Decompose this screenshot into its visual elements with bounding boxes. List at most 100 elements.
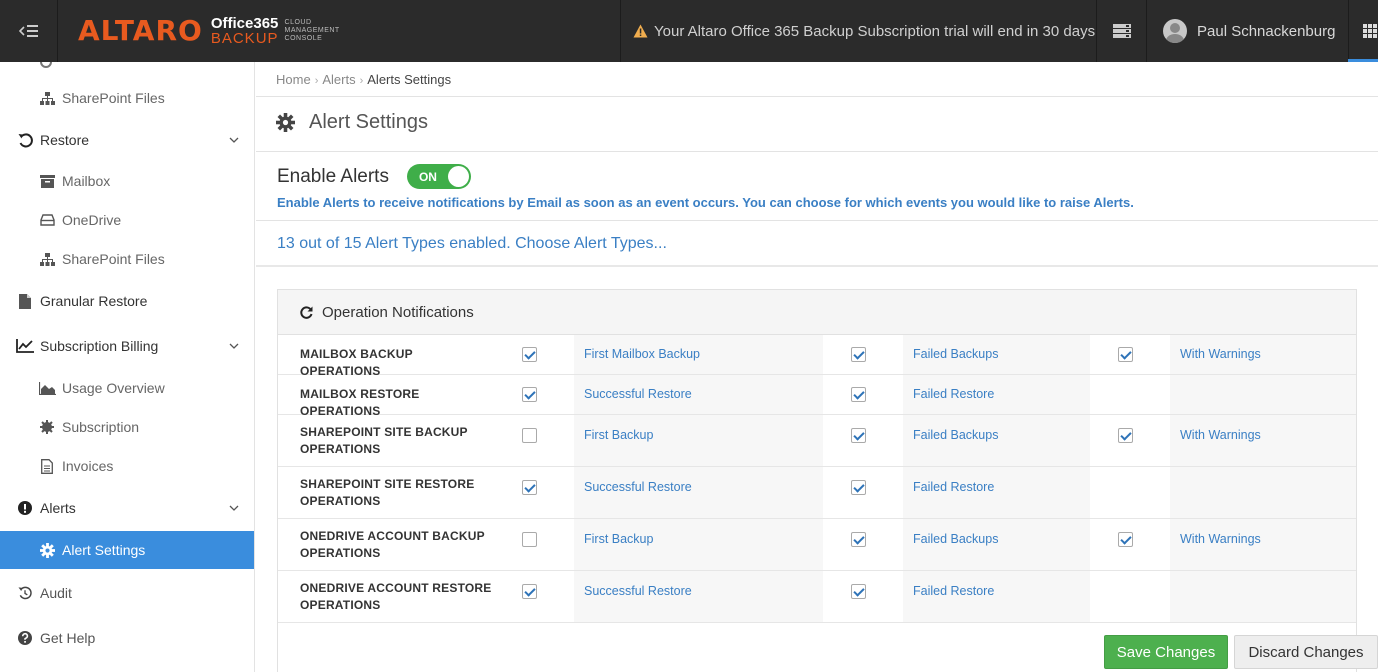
alert-checkbox[interactable] — [522, 347, 537, 362]
alert-checkbox[interactable] — [1118, 428, 1133, 443]
table-row: ONEDRIVE ACCOUNT RESTORE OPERATIONS Succe… — [278, 571, 1356, 623]
chevron-down-icon — [229, 134, 239, 146]
sidebar-toggle-button[interactable] — [0, 0, 58, 62]
option-cell: First Mailbox Backup — [574, 335, 823, 374]
option-cell: First Backup — [574, 519, 823, 570]
save-changes-button[interactable]: Save Changes — [1104, 635, 1228, 669]
grid-icon — [1363, 24, 1377, 38]
notification-rows: MAILBOX BACKUP OPERATIONS First Mailbox B… — [278, 335, 1356, 623]
enable-alerts-help: Enable Alerts to receive notifications b… — [277, 195, 1134, 210]
alert-checkbox[interactable] — [1118, 532, 1133, 547]
sidebar-item-restore-mailbox[interactable]: Mailbox — [0, 165, 254, 197]
user-menu[interactable]: Paul Schnackenburg — [1146, 0, 1348, 62]
alert-option-label[interactable]: First Backup — [584, 532, 653, 546]
option-cell: Failed Restore — [903, 375, 1090, 414]
alert-option-label[interactable]: Failed Backups — [913, 428, 998, 442]
row-label: SHAREPOINT SITE RESTORE OPERATIONS — [300, 477, 475, 508]
archive-icon — [38, 174, 56, 188]
alert-option-label[interactable]: With Warnings — [1180, 347, 1261, 361]
alert-checkbox[interactable] — [1118, 347, 1133, 362]
server-icon — [1112, 24, 1131, 38]
sidebar-item-audit[interactable]: Audit — [0, 576, 254, 610]
table-row: SHAREPOINT SITE RESTORE OPERATIONS Succes… — [278, 467, 1356, 519]
option-cell: With Warnings — [1170, 335, 1356, 374]
breadcrumb-alerts[interactable]: Alerts — [322, 72, 355, 87]
divider — [256, 96, 1378, 97]
checkbox-cell — [494, 467, 574, 518]
trial-message: Your Altaro Office 365 Backup Subscripti… — [654, 22, 1096, 40]
sidebar-item-restore-onedrive[interactable]: OneDrive — [0, 204, 254, 236]
alert-checkbox[interactable] — [851, 428, 866, 443]
checkbox-cell — [823, 375, 903, 414]
sidebar-item-alert-settings[interactable]: Alert Settings — [0, 531, 254, 569]
sidebar-item-backup-sharepoint-files[interactable]: SharePoint Files — [0, 82, 254, 114]
sidebar-item-get-help[interactable]: Get Help — [0, 621, 254, 655]
alert-checkbox[interactable] — [851, 347, 866, 362]
alert-checkbox[interactable] — [851, 532, 866, 547]
logo-console-line2: MANAGEMENT — [284, 26, 340, 34]
alert-checkbox[interactable] — [522, 480, 537, 495]
avatar — [1163, 19, 1187, 43]
line-chart-icon — [16, 339, 34, 353]
option-cell: Failed Restore — [903, 467, 1090, 518]
sidebar-item-subscription[interactable]: Subscription — [0, 411, 254, 443]
alert-option-label[interactable]: Successful Restore — [584, 584, 692, 598]
alert-option-label[interactable]: Successful Restore — [584, 480, 692, 494]
sidebar-item-label: SharePoint Files — [62, 90, 165, 106]
discard-changes-button[interactable]: Discard Changes — [1234, 635, 1378, 669]
breadcrumb-home[interactable]: Home — [276, 72, 311, 87]
alert-option-label[interactable]: First Mailbox Backup — [584, 347, 700, 361]
alert-option-label[interactable]: Failed Restore — [913, 480, 994, 494]
enable-alerts-toggle[interactable]: ON — [406, 164, 471, 189]
refresh-icon — [300, 305, 313, 319]
alert-checkbox[interactable] — [851, 584, 866, 599]
sidebar-item-restore[interactable]: Restore — [0, 123, 254, 157]
checkbox-cell — [494, 415, 574, 466]
altaro-logo[interactable]: ALTARO Office365 BACKUP CLOUD MANAGEMENT… — [78, 14, 340, 48]
sidebar-item-alerts[interactable]: Alerts — [0, 491, 254, 525]
sidebar-item-label: OneDrive — [62, 212, 122, 228]
alert-option-label[interactable]: Failed Backups — [913, 347, 998, 361]
logo-brand: ALTARO — [78, 14, 203, 47]
sidebar-item-invoices[interactable]: Invoices — [0, 450, 254, 482]
checkbox-cell — [1090, 375, 1170, 414]
trial-notice[interactable]: Your Altaro Office 365 Backup Subscripti… — [620, 0, 1096, 62]
sidebar-item-restore-sharepoint-files[interactable]: SharePoint Files — [0, 243, 254, 275]
checkbox-cell — [823, 571, 903, 622]
panel-header: Operation Notifications — [278, 290, 1356, 335]
sidebar-item-label: Restore — [40, 132, 90, 148]
apps-menu-button[interactable] — [1348, 0, 1378, 62]
alert-option-label[interactable]: With Warnings — [1180, 532, 1261, 546]
operation-notifications-panel: Operation Notifications MAILBOX BACKUP O… — [277, 289, 1357, 672]
sidebar-item-subscription-billing[interactable]: Subscription Billing — [0, 329, 254, 363]
alert-checkbox[interactable] — [522, 532, 537, 547]
option-cell — [1170, 375, 1356, 414]
checkbox-cell — [1090, 467, 1170, 518]
table-row: SHAREPOINT SITE BACKUP OPERATIONS First B… — [278, 415, 1356, 467]
alert-option-label[interactable]: First Backup — [584, 428, 653, 442]
alert-checkbox[interactable] — [522, 584, 537, 599]
alert-checkbox[interactable] — [851, 387, 866, 402]
alert-option-label[interactable]: Failed Restore — [913, 387, 994, 401]
choose-alert-types-link[interactable]: 13 out of 15 Alert Types enabled. Choose… — [277, 235, 667, 253]
divider — [256, 265, 1378, 267]
server-menu-button[interactable] — [1096, 0, 1146, 62]
alert-checkbox[interactable] — [522, 428, 537, 443]
enable-alerts-row: Enable Alerts ON — [277, 164, 471, 189]
option-cell — [1170, 467, 1356, 518]
sidebar-item-usage-overview[interactable]: Usage Overview — [0, 372, 254, 404]
alert-option-label[interactable]: Successful Restore — [584, 387, 692, 401]
alert-checkbox[interactable] — [522, 387, 537, 402]
alert-checkbox[interactable] — [851, 480, 866, 495]
checkbox-cell — [1090, 571, 1170, 622]
alert-option-label[interactable]: With Warnings — [1180, 428, 1261, 442]
checkbox-cell — [494, 571, 574, 622]
option-cell: Successful Restore — [574, 571, 823, 622]
sidebar-item-granular-restore[interactable]: Granular Restore — [0, 284, 254, 318]
checkbox-cell — [1090, 519, 1170, 570]
gear-icon — [276, 113, 295, 132]
alert-option-label[interactable]: Failed Restore — [913, 584, 994, 598]
sidebar-item-label: Alert Settings — [62, 542, 146, 558]
logo-console-line3: CONSOLE — [284, 35, 323, 43]
alert-option-label[interactable]: Failed Backups — [913, 532, 998, 546]
